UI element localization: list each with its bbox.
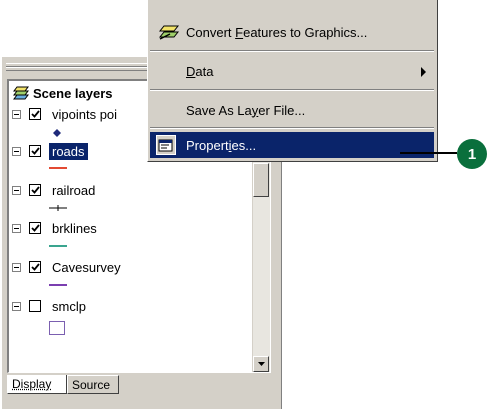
tab-label: Display — [12, 377, 52, 391]
menu-item-label: Convert Features to Graphics... — [186, 24, 368, 40]
root-title: Scene layers — [33, 85, 113, 101]
menu-item-save-as-layer-file[interactable]: Save As Layer File... — [150, 97, 434, 123]
check-icon — [30, 186, 40, 194]
check-icon — [30, 110, 40, 118]
collapse-icon[interactable] — [12, 185, 21, 195]
layer-visibility-checkbox[interactable] — [29, 261, 41, 273]
check-icon — [30, 147, 40, 155]
layer-visibility-checkbox[interactable] — [29, 184, 41, 196]
layer-name: railroad — [52, 182, 96, 198]
collapse-icon[interactable] — [12, 109, 21, 119]
menu-separator — [150, 127, 434, 129]
layer-row-cavesurvey[interactable]: Cavesurvey — [12, 258, 124, 276]
check-icon — [30, 263, 40, 271]
convert-features-icon — [158, 25, 180, 40]
polygon-symbol-icon — [49, 321, 65, 335]
layers-icon — [13, 86, 29, 100]
scroll-down-button[interactable] — [253, 356, 269, 372]
menu-item-convert-features[interactable]: Convert Features to Graphics... — [150, 19, 434, 45]
layer-context-menu: Convert Features to Graphics... Data Sav… — [147, 0, 438, 162]
layer-row-railroad[interactable]: railroad — [12, 181, 98, 199]
step-callout-badge: 1 — [457, 139, 487, 169]
collapse-icon[interactable] — [12, 262, 21, 272]
layer-name: roads — [49, 142, 88, 160]
layer-row-roads[interactable]: roads — [12, 142, 88, 160]
menu-item-label: Data — [186, 63, 214, 79]
callout-leader-line — [400, 152, 457, 154]
layer-row-vipoints[interactable]: vipoints poi — [12, 105, 120, 123]
layer-visibility-checkbox[interactable] — [29, 222, 41, 234]
layer-name: Cavesurvey — [52, 259, 121, 275]
menu-separator — [150, 89, 434, 91]
tab-source[interactable]: Source — [67, 375, 119, 394]
layer-name: brklines — [52, 220, 97, 236]
menu-item-label: Save As Layer File... — [186, 102, 306, 118]
menu-item-properties[interactable]: Properties... — [150, 132, 434, 158]
tab-display[interactable]: Display — [7, 375, 67, 394]
check-icon — [30, 224, 40, 232]
layer-row-brklines[interactable]: brklines — [12, 219, 100, 237]
layer-visibility-checkbox[interactable] — [29, 300, 41, 312]
scroll-thumb[interactable] — [253, 163, 269, 197]
menu-item-data[interactable]: Data — [150, 58, 434, 84]
line-symbol-icon — [49, 245, 67, 247]
menu-separator — [150, 50, 434, 52]
tab-label: Source — [72, 377, 111, 392]
layer-visibility-checkbox[interactable] — [29, 108, 41, 120]
railroad-symbol-icon — [49, 205, 67, 211]
diamond-symbol-icon — [53, 129, 61, 137]
callout-number: 1 — [467, 145, 477, 163]
layer-name: smclp — [52, 298, 86, 314]
collapse-icon[interactable] — [12, 301, 21, 311]
line-symbol-icon — [49, 167, 67, 169]
menu-item-label: Properties... — [186, 137, 257, 153]
line-symbol-icon — [49, 284, 67, 286]
arrow-down-icon — [257, 362, 265, 366]
layer-name: vipoints poi — [52, 106, 118, 122]
layer-row-smclp[interactable]: smclp — [12, 297, 89, 315]
collapse-icon[interactable] — [12, 223, 21, 233]
collapse-icon[interactable] — [12, 146, 21, 156]
properties-icon — [156, 135, 176, 155]
layer-visibility-checkbox[interactable] — [29, 145, 41, 157]
submenu-arrow-icon — [421, 67, 426, 77]
scene-layers-root[interactable]: Scene layers — [13, 84, 113, 102]
